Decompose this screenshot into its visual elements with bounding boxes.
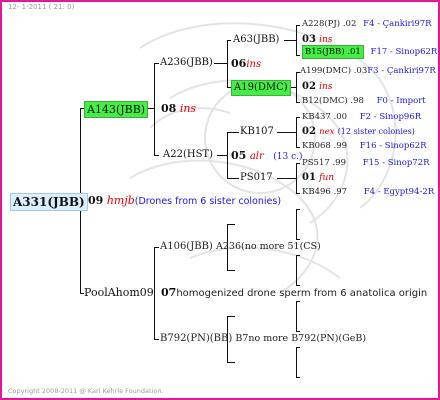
b792-name: B792(PN)(BB) — [160, 333, 233, 344]
queen-a199[interactable]: A199(DMC) .03F3 - Çankiri97R — [300, 67, 436, 76]
a143-year: 08 — [161, 102, 177, 115]
a22-code: alr — [249, 151, 264, 162]
drone-pool-details: 07homogenized drone sperm from 6 anatoli… — [161, 287, 427, 299]
a106-extra: A236(no more 51(CS) — [216, 241, 321, 252]
a236-code: ins — [246, 59, 262, 70]
copyright-footer: Copyright 2008-2011 @ Karl Kehrle Founda… — [8, 387, 164, 395]
kb107-mating: 02 nex (12 sister colonies) — [302, 126, 415, 137]
queen-a106[interactable]: A106(JBB) A236(no more 51(CS) — [160, 242, 321, 252]
root-queen[interactable]: A331(JBB) — [10, 193, 88, 211]
root-note: (Drones from 6 sister colonies) — [134, 196, 282, 207]
queen-b15[interactable]: B15(JBB) .01 F17 - Sinop62R — [302, 45, 437, 59]
queen-kb107[interactable]: KB107 — [240, 127, 274, 137]
root-details: 09 hmjb(Drones from 6 sister colonies) — [88, 195, 281, 207]
a22-note: (13 c.) — [273, 152, 303, 162]
queen-a236[interactable]: A236(JBB) — [160, 58, 213, 68]
queen-a228[interactable]: A228(PJ) .02 F4 - Çankiri97R — [302, 20, 432, 29]
root-year: 09 — [88, 194, 104, 207]
queen-a19[interactable]: A19(DMC) — [231, 80, 291, 96]
root-code: hmjb — [106, 194, 135, 207]
queen-a143-details: 08 ins — [161, 103, 196, 114]
drone-pool[interactable]: PoolAhom09 — [84, 287, 154, 298]
a22-year: 05 — [231, 149, 247, 162]
pedigree-frame: 12- 1-2011 ( 21: 0) A331(JBB) 09 hmjb(Dr… — [0, 0, 440, 400]
queen-b12[interactable]: B12(DMC) .98 F0 - Import — [302, 97, 426, 106]
a143-code: ins — [179, 102, 197, 115]
pool-year: 07 — [161, 286, 177, 299]
a106-name: A106(JBB) — [160, 241, 213, 252]
queen-kb068[interactable]: KB068 .99 F16 - Sinop62R — [302, 142, 427, 151]
date-header: 12- 1-2011 ( 21: 0) — [8, 3, 75, 11]
a19-mating: 02 ins — [302, 81, 333, 92]
a63-mating: 03 ins — [302, 34, 333, 45]
a236-year: 06 — [231, 57, 247, 70]
queen-a143[interactable]: A143(JBB) — [84, 101, 149, 118]
queen-a22-details: 05 alr (13 c.) — [231, 150, 303, 162]
queen-a236-details: 06ins — [231, 58, 261, 70]
pool-note: homogenized drone sperm from 6 anatolica… — [176, 288, 428, 299]
queen-ps517[interactable]: PS517 .99 F15 - Sinop72R — [302, 159, 430, 168]
ps017-mating: 01 fun — [302, 172, 335, 183]
queen-kb496[interactable]: KB496 .97 F4 - Egypt94-2R — [302, 188, 434, 197]
queen-a22[interactable]: A22(HST) — [163, 150, 213, 160]
queen-kb437[interactable]: KB437 .00 F2 - Sinop96R — [302, 113, 421, 122]
b792-extra: B7no more B792(PN)(GeB) — [235, 333, 367, 344]
queen-a63[interactable]: A63(JBB) — [233, 35, 279, 45]
queen-ps017[interactable]: PS017 — [240, 173, 273, 183]
queen-b792[interactable]: B792(PN)(BB) B7no more B792(PN)(GeB) — [160, 334, 366, 344]
